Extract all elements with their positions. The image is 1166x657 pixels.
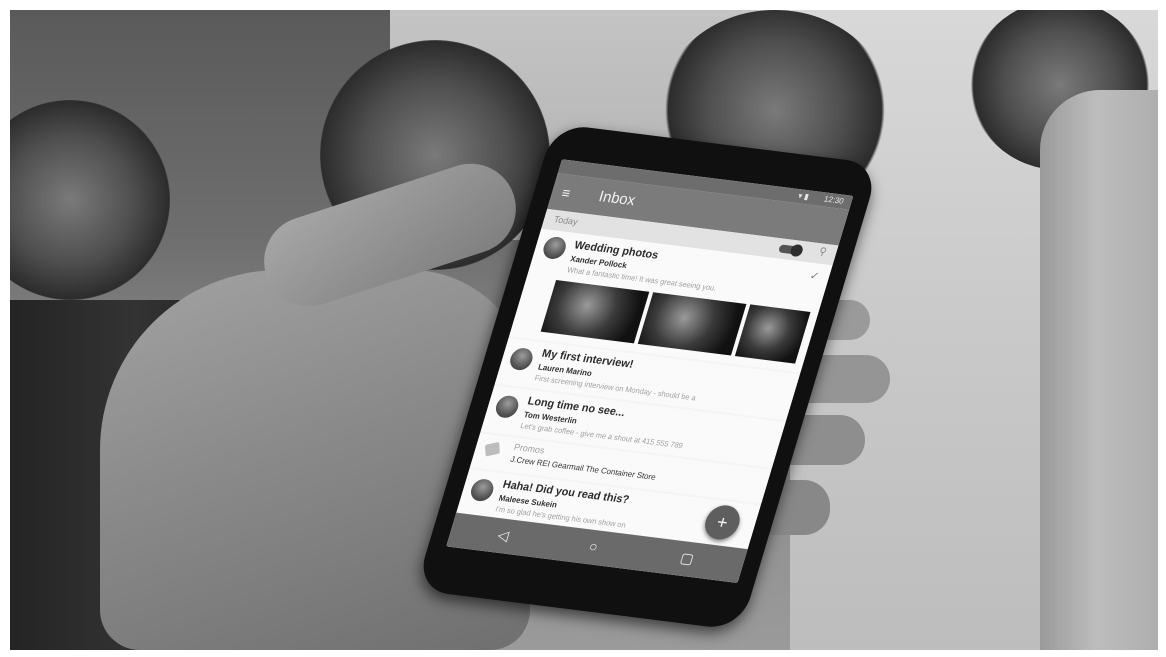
status-time: 12:30 (822, 194, 845, 206)
pin-toggle[interactable] (777, 244, 802, 255)
nav-back-icon[interactable]: ◁ (495, 526, 511, 544)
avatar (507, 346, 536, 372)
avatar (493, 394, 522, 420)
nav-home-icon[interactable]: ○ (587, 538, 600, 555)
photo-thumbnail[interactable] (734, 304, 811, 364)
avatar (468, 477, 497, 503)
nav-recents-icon[interactable]: ▢ (678, 549, 696, 567)
signal-icon: ▾ ▮ (796, 191, 810, 202)
search-icon[interactable]: ⚲ (817, 246, 827, 258)
section-label: Today (552, 214, 580, 227)
menu-icon[interactable]: ≡ (560, 184, 573, 201)
promos-title: Promos (512, 441, 546, 456)
avatar (540, 235, 569, 261)
done-check-icon[interactable]: ✓ (808, 269, 821, 283)
tag-icon (484, 441, 500, 457)
photo-thumbnail[interactable] (540, 280, 650, 344)
photo-thumbnail[interactable] (637, 292, 747, 356)
app-title: Inbox (596, 187, 638, 210)
photo-frame: ▾ ▮ 12:30 ≡ Inbox Today ⚲ Wedding photos… (10, 10, 1158, 650)
person-background (1040, 90, 1158, 650)
